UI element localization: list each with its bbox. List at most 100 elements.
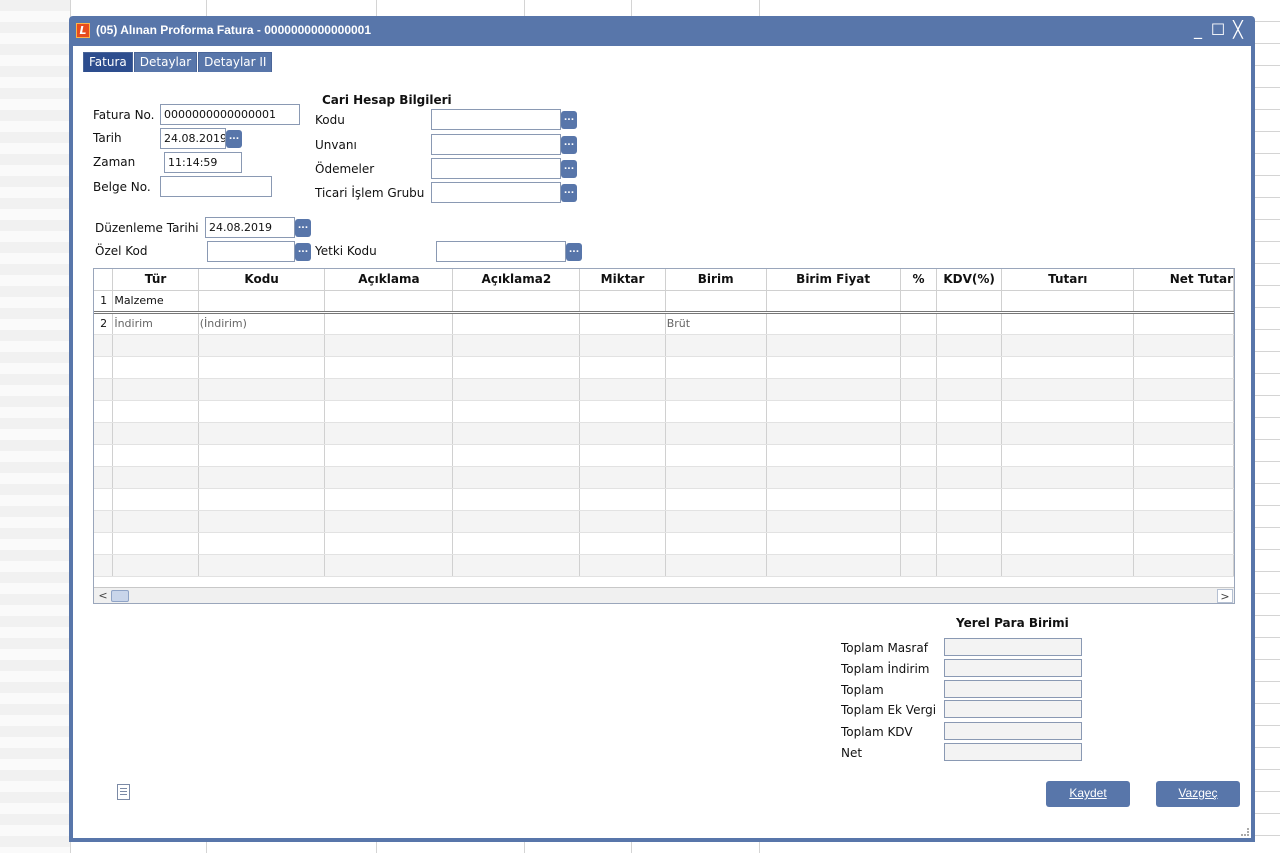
table-row[interactable] <box>94 356 1234 379</box>
line-items-grid[interactable]: Tür Kodu Açıklama Açıklama2 Miktar Birim… <box>93 268 1235 604</box>
resize-grip-icon[interactable] <box>1241 828 1249 836</box>
table-row[interactable] <box>94 378 1234 401</box>
column-header[interactable]: Açıklama <box>324 269 454 291</box>
table-cell[interactable] <box>1001 290 1135 314</box>
column-header[interactable]: Birim <box>665 269 767 291</box>
net-field <box>944 743 1082 761</box>
duzenleme-tarihi-lookup-button[interactable]: ... <box>295 219 311 237</box>
odemeler-lookup-button[interactable]: ... <box>561 160 577 178</box>
cari-unvani-field[interactable] <box>431 134 561 155</box>
row-number: 2 <box>94 312 114 335</box>
table-row[interactable] <box>94 532 1234 555</box>
column-header[interactable]: Açıklama2 <box>452 269 581 291</box>
belge-no-field[interactable] <box>160 176 272 197</box>
column-header[interactable]: Net Tutar <box>1133 269 1234 291</box>
table-cell[interactable]: Malzeme <box>112 290 199 314</box>
toplam-ek-vergi-label: Toplam Ek Vergi <box>841 703 937 717</box>
table-cell[interactable] <box>766 312 901 335</box>
save-button[interactable]: Kaydet <box>1046 781 1130 807</box>
yetki-kodu-lookup-button[interactable]: ... <box>566 243 582 261</box>
table-row[interactable]: 2 İndirim (İndirim) Brüt <box>94 312 1234 335</box>
column-header[interactable]: % <box>900 269 938 291</box>
table-cell[interactable] <box>579 290 666 314</box>
table-cell[interactable] <box>579 312 666 335</box>
table-cell[interactable] <box>452 290 581 314</box>
table-cell[interactable] <box>324 290 454 314</box>
ozel-kod-lookup-button[interactable]: ... <box>295 243 311 261</box>
tab-bar: Fatura Detaylar Detaylar II <box>83 52 273 72</box>
maximize-button[interactable]: ☐ <box>1209 20 1227 39</box>
table-cell[interactable] <box>900 312 938 335</box>
close-button[interactable]: ╳ <box>1229 20 1247 39</box>
cari-kodu-field[interactable] <box>431 109 561 130</box>
ozel-kod-field[interactable] <box>207 241 295 262</box>
tarih-lookup-button[interactable]: ... <box>226 130 242 148</box>
duzenleme-tarihi-label: Düzenleme Tarihi <box>95 221 199 235</box>
toplam-kdv-field <box>944 722 1082 740</box>
column-header[interactable]: Tür <box>112 269 199 291</box>
ticari-islem-grubu-label: Ticari İşlem Grubu <box>315 186 425 200</box>
table-cell[interactable]: Brüt <box>665 312 767 335</box>
scroll-right-icon[interactable]: > <box>1217 589 1233 603</box>
toplam-indirim-label: Toplam İndirim <box>841 662 930 676</box>
tab-detaylar-ii[interactable]: Detaylar II <box>198 52 273 72</box>
totals-title: Yerel Para Birimi <box>956 616 1069 630</box>
table-cell[interactable] <box>936 290 1003 314</box>
column-header[interactable]: Miktar <box>579 269 666 291</box>
table-row[interactable] <box>94 488 1234 511</box>
toplam-label: Toplam <box>841 683 884 697</box>
yetki-kodu-label: Yetki Kodu <box>315 244 377 258</box>
horizontal-scrollbar[interactable]: < > <box>94 587 1234 603</box>
toplam-field <box>944 680 1082 698</box>
table-cell[interactable] <box>936 312 1003 335</box>
column-header[interactable]: Tutarı <box>1001 269 1135 291</box>
table-cell[interactable] <box>1001 312 1135 335</box>
ticari-islem-grubu-field[interactable] <box>431 182 561 203</box>
table-row[interactable]: 1 Malzeme <box>94 290 1234 314</box>
scrollbar-thumb[interactable] <box>111 590 129 602</box>
table-cell[interactable] <box>766 290 901 314</box>
table-cell[interactable] <box>324 312 454 335</box>
document-icon[interactable] <box>117 784 130 800</box>
table-cell[interactable] <box>198 290 326 314</box>
table-row[interactable] <box>94 444 1234 467</box>
duzenleme-tarihi-field[interactable]: 24.08.2019 <box>205 217 295 238</box>
table-cell[interactable] <box>1133 312 1234 335</box>
cari-kodu-lookup-button[interactable]: ... <box>561 111 577 129</box>
title-bar[interactable]: L (05) Alınan Proforma Fatura - 00000000… <box>69 16 1255 46</box>
table-cell[interactable] <box>900 290 938 314</box>
table-row[interactable] <box>94 510 1234 533</box>
table-row[interactable] <box>94 466 1234 489</box>
cari-unvani-lookup-button[interactable]: ... <box>561 136 577 154</box>
table-cell[interactable]: İndirim <box>112 312 199 335</box>
column-header[interactable]: KDV(%) <box>936 269 1003 291</box>
column-header[interactable]: Kodu <box>198 269 326 291</box>
column-header[interactable] <box>94 269 114 291</box>
odemeler-field[interactable] <box>431 158 561 179</box>
tab-detaylar[interactable]: Detaylar <box>133 52 198 72</box>
yetki-kodu-field[interactable] <box>436 241 566 262</box>
table-cell[interactable] <box>452 312 581 335</box>
column-header[interactable]: Birim Fiyat <box>766 269 901 291</box>
table-cell[interactable] <box>1133 290 1234 314</box>
toplam-ek-vergi-field <box>944 700 1082 718</box>
table-row[interactable] <box>94 334 1234 357</box>
line-items-table: Tür Kodu Açıklama Açıklama2 Miktar Birim… <box>94 269 1234 577</box>
scroll-left-icon[interactable]: < <box>95 589 111 603</box>
toplam-masraf-field <box>944 638 1082 656</box>
fatura-no-field[interactable]: 0000000000000001 <box>160 104 300 125</box>
minimize-button[interactable]: _ <box>1189 20 1207 39</box>
row-number: 1 <box>94 290 114 314</box>
table-row[interactable] <box>94 422 1234 445</box>
zaman-field[interactable]: 11:14:59 <box>164 152 242 173</box>
table-row[interactable] <box>94 554 1234 577</box>
ticari-islem-grubu-lookup-button[interactable]: ... <box>561 184 577 202</box>
window-content: Fatura Detaylar Detaylar II Fatura No. 0… <box>73 46 1251 838</box>
tarih-field[interactable]: 24.08.2019 <box>160 128 226 149</box>
tab-fatura[interactable]: Fatura <box>83 52 133 72</box>
cancel-button[interactable]: Vazgeç <box>1156 781 1240 807</box>
tarih-label: Tarih <box>93 131 122 145</box>
table-cell[interactable] <box>665 290 767 314</box>
table-row[interactable] <box>94 400 1234 423</box>
table-cell[interactable]: (İndirim) <box>198 312 326 335</box>
